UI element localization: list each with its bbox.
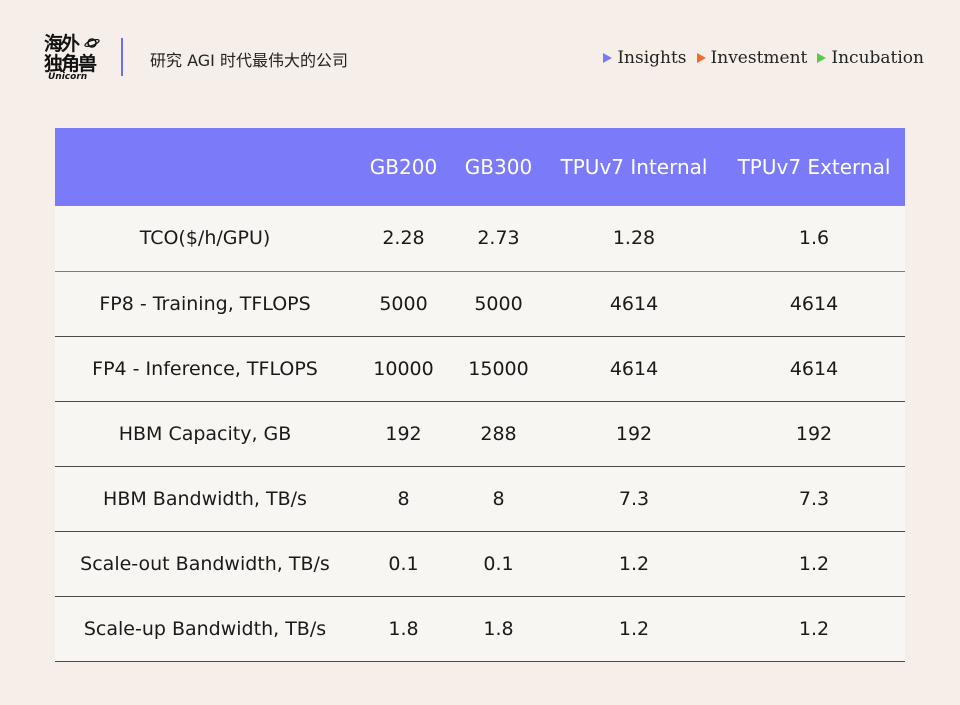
table-cell: 0.1 bbox=[452, 531, 545, 597]
slogan: 研究 AGI 时代最伟大的公司 bbox=[150, 51, 348, 70]
table-row: FP4 - Inference, TFLOPS 10000 15000 4614… bbox=[55, 336, 905, 402]
table-cell: 10000 bbox=[355, 336, 452, 402]
table-cell: 1.8 bbox=[355, 596, 452, 662]
table-cell: 1.2 bbox=[545, 531, 723, 597]
table-cell: 1.28 bbox=[545, 206, 723, 272]
table-cell: 7.3 bbox=[723, 466, 905, 532]
table-cell: 8 bbox=[355, 466, 452, 532]
table-row: Scale-out Bandwidth, TB/s 0.1 0.1 1.2 1.… bbox=[55, 531, 905, 597]
row-label: FP8 - Training, TFLOPS bbox=[55, 271, 355, 337]
table-cell: 5000 bbox=[452, 271, 545, 337]
table-cell: 4614 bbox=[723, 271, 905, 337]
column-header: TPUv7 Internal bbox=[560, 155, 708, 179]
table-cell: 4614 bbox=[545, 336, 723, 402]
planet-icon bbox=[84, 38, 100, 48]
table-header-row: GB200 GB300 TPUv7 Internal TPUv7 Externa… bbox=[55, 128, 905, 206]
table-cell: 4614 bbox=[545, 271, 723, 337]
table-cell: 288 bbox=[452, 401, 545, 467]
triangle-icon bbox=[603, 53, 613, 63]
table-row: FP8 - Training, TFLOPS 5000 5000 4614 46… bbox=[55, 271, 905, 337]
triangle-icon bbox=[696, 53, 706, 63]
comparison-table-wrapper: GB200 GB300 TPUv7 Internal TPUv7 Externa… bbox=[55, 128, 905, 662]
table-row: Scale-up Bandwidth, TB/s 1.8 1.8 1.2 1.2 bbox=[55, 596, 905, 662]
logo-subtitle: Unicorn bbox=[48, 72, 88, 82]
table-row: HBM Capacity, GB 192 288 192 192 bbox=[55, 401, 905, 467]
table-cell: 1.2 bbox=[723, 596, 905, 662]
row-label: HBM Capacity, GB bbox=[55, 401, 355, 467]
table-cell: 0.1 bbox=[355, 531, 452, 597]
table-row: TCO($/h/GPU) 2.28 2.73 1.28 1.6 bbox=[55, 206, 905, 272]
table-cell: 192 bbox=[545, 401, 723, 467]
row-label: Scale-out Bandwidth, TB/s bbox=[55, 531, 355, 597]
table-cell: 1.6 bbox=[723, 206, 905, 272]
column-header: GB300 bbox=[464, 155, 533, 179]
row-label: Scale-up Bandwidth, TB/s bbox=[55, 596, 355, 662]
table-cell: 8 bbox=[452, 466, 545, 532]
table-cell: 2.28 bbox=[355, 206, 452, 272]
table-cell: 4614 bbox=[723, 336, 905, 402]
table-cell: 1.2 bbox=[723, 531, 905, 597]
nav-item-investment[interactable]: Investment bbox=[696, 48, 808, 68]
nav-label: Investment bbox=[710, 48, 808, 68]
top-nav: Insights Investment Incubation bbox=[603, 48, 924, 68]
table-cell: 2.73 bbox=[452, 206, 545, 272]
row-label: HBM Bandwidth, TB/s bbox=[55, 466, 355, 532]
table-cell: 5000 bbox=[355, 271, 452, 337]
row-label: FP4 - Inference, TFLOPS bbox=[55, 336, 355, 402]
table-cell: 1.8 bbox=[452, 596, 545, 662]
page-header: 海外 独角兽 Unicorn 研究 AGI 时代最伟大的公司 Insights … bbox=[0, 0, 960, 100]
comparison-table: GB200 GB300 TPUv7 Internal TPUv7 Externa… bbox=[55, 128, 905, 662]
triangle-icon bbox=[817, 53, 827, 63]
column-header bbox=[55, 128, 355, 206]
nav-label: Insights bbox=[617, 48, 687, 68]
nav-item-insights[interactable]: Insights bbox=[603, 48, 687, 68]
table-row: HBM Bandwidth, TB/s 8 8 7.3 7.3 bbox=[55, 466, 905, 532]
column-header: TPUv7 External bbox=[737, 155, 891, 179]
nav-item-incubation[interactable]: Incubation bbox=[817, 48, 924, 68]
header-divider bbox=[121, 38, 123, 76]
table-cell: 1.2 bbox=[545, 596, 723, 662]
row-label: TCO($/h/GPU) bbox=[55, 206, 355, 272]
table-cell: 192 bbox=[723, 401, 905, 467]
column-header: GB200 bbox=[369, 155, 438, 179]
table-cell: 15000 bbox=[452, 336, 545, 402]
brand-logo[interactable]: 海外 独角兽 Unicorn bbox=[44, 34, 106, 86]
table-cell: 192 bbox=[355, 401, 452, 467]
table-cell: 7.3 bbox=[545, 466, 723, 532]
logo-line-2: 独角兽 bbox=[44, 53, 97, 75]
nav-label: Incubation bbox=[831, 48, 924, 68]
